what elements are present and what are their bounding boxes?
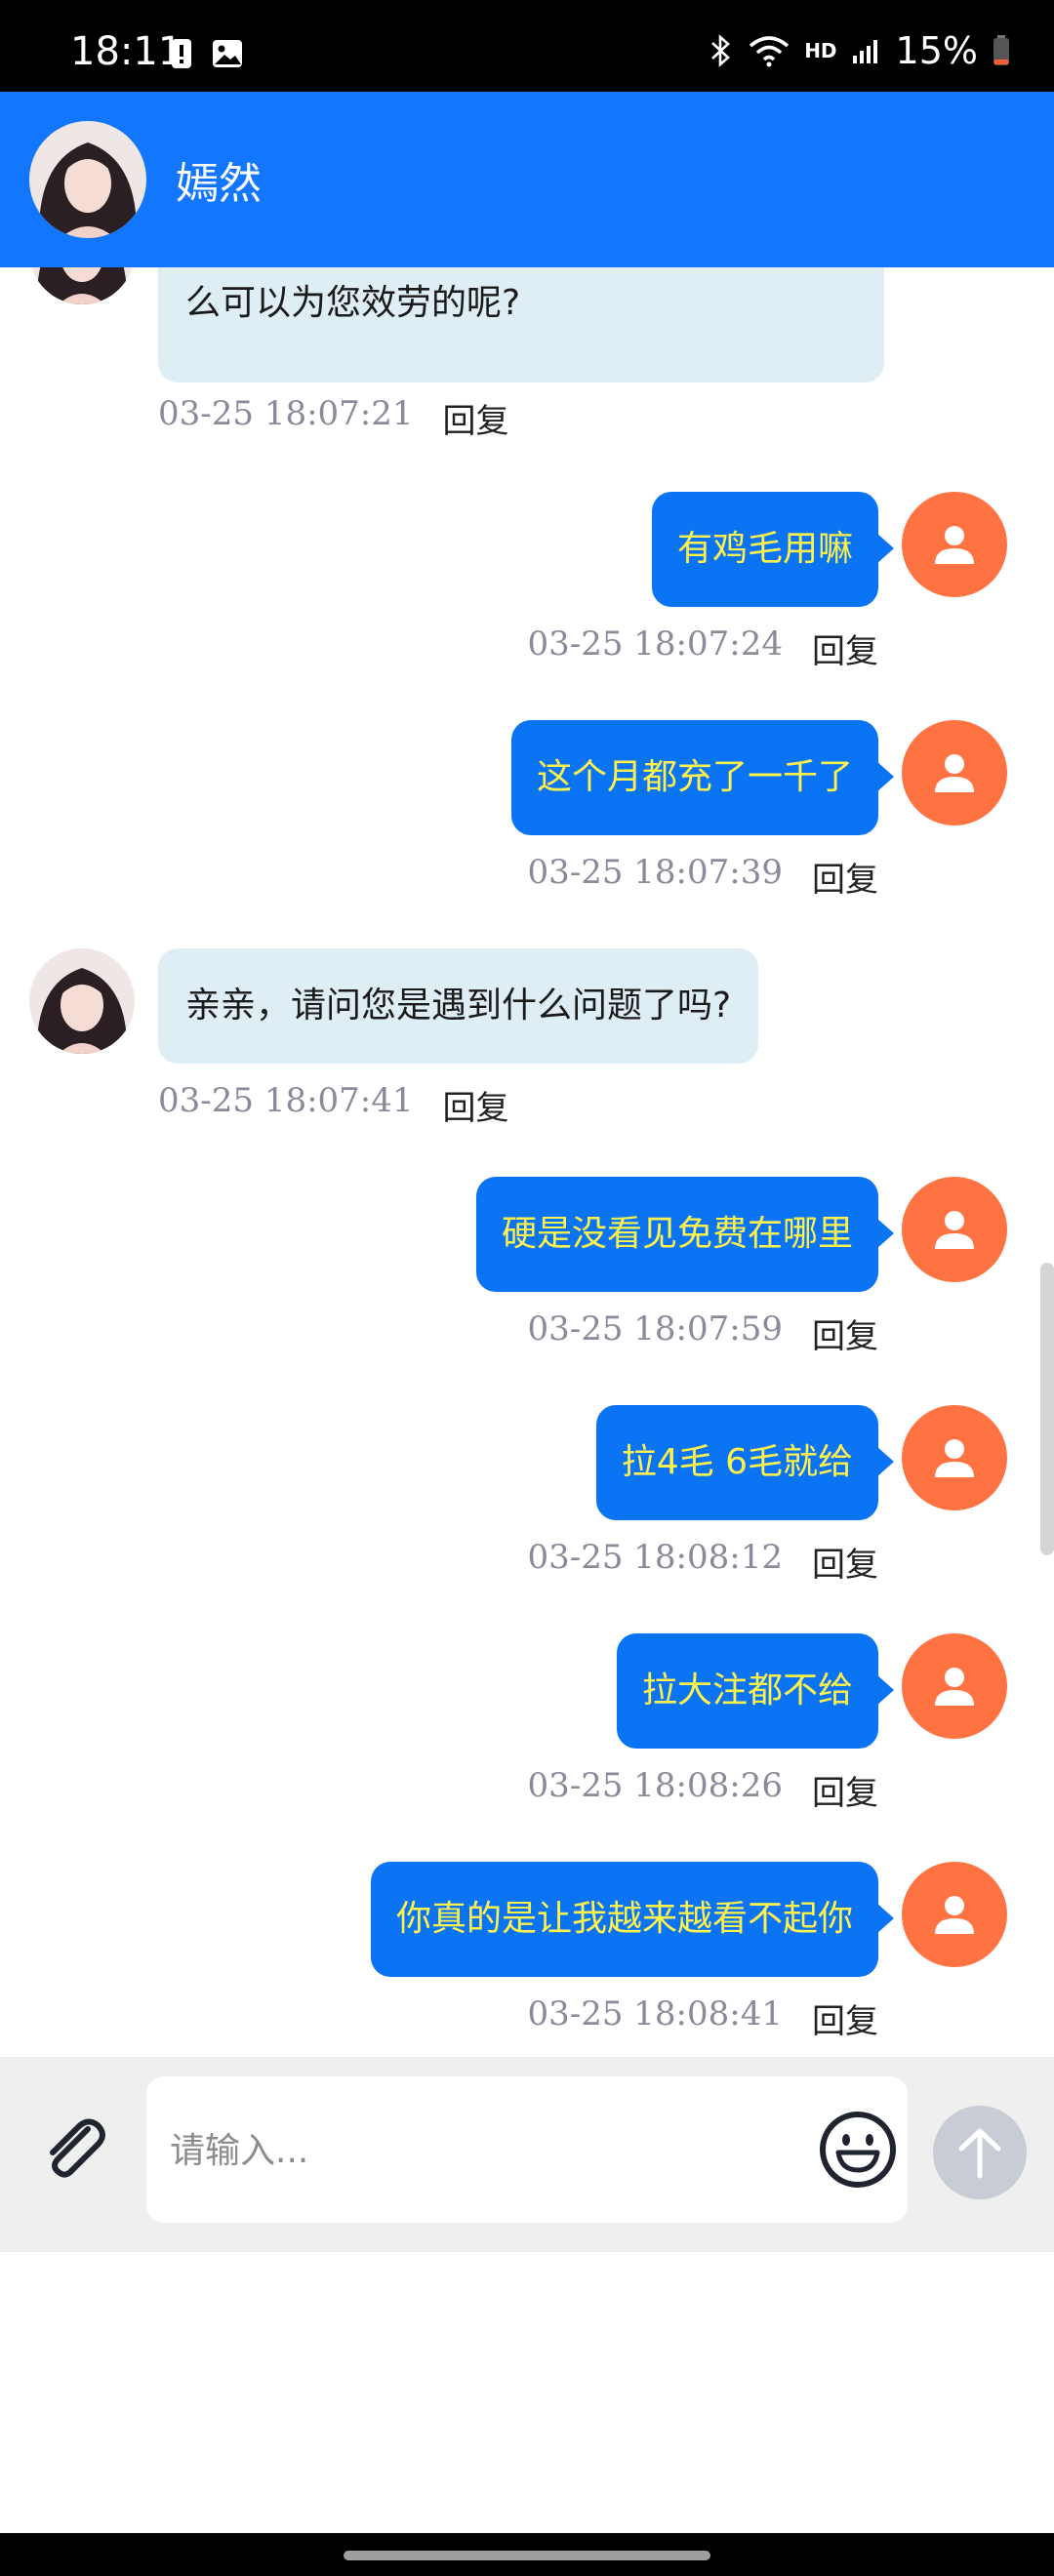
person-icon: [935, 1668, 974, 1706]
message-time: 03-25 18:07:41: [158, 1081, 414, 1120]
battery-icon: [993, 35, 1009, 65]
status-notification-icons: [168, 37, 246, 74]
message-meta: 03-25 18:07:59 回复: [527, 1309, 878, 1357]
reply-button[interactable]: 回复: [812, 853, 878, 901]
message-time: 03-25 18:08:12: [527, 1538, 783, 1577]
message-time: 03-25 18:08:26: [527, 1766, 783, 1805]
scrollbar[interactable]: [1040, 1263, 1054, 1555]
status-right: HD 15%: [709, 29, 1011, 72]
battery-percent: 15%: [895, 29, 978, 72]
person-icon: [935, 526, 974, 564]
message-time: 03-25 18:07:21: [158, 394, 414, 433]
send-button[interactable]: [933, 2106, 1027, 2199]
signal-icon: [852, 40, 877, 63]
message-time: 03-25 18:07:39: [527, 853, 783, 892]
chat-screen: 18:11 HD 15% 嫣然 么可以为您效劳的呢? 03-25 18:07:2…: [0, 0, 1054, 2576]
message-meta: 03-25 18:08:12 回复: [527, 1538, 878, 1586]
home-handle[interactable]: [344, 2551, 710, 2560]
hd-badge: HD: [804, 39, 837, 62]
paperclip-icon: [50, 2118, 105, 2178]
message-meta: 03-25 18:07:39 回复: [527, 853, 878, 901]
reply-button[interactable]: 回复: [812, 1766, 878, 1814]
user-avatar: [902, 1862, 1007, 1967]
message-input[interactable]: [168, 2115, 757, 2186]
agent-avatar[interactable]: [29, 121, 146, 238]
message-bubble[interactable]: 拉大注都不给: [616, 1633, 895, 1749]
user-avatar: [902, 720, 1007, 825]
bluetooth-icon: [711, 34, 731, 67]
reply-button[interactable]: 回复: [812, 1309, 878, 1357]
agent-message-avatar: [29, 267, 135, 304]
message-meta: 03-25 18:08:41 回复: [527, 1994, 878, 2042]
alert-icon: [172, 39, 191, 68]
message-bubble[interactable]: 这个月都充了一千了: [510, 720, 895, 835]
message-bubble[interactable]: 硬是没看见免费在哪里: [475, 1177, 895, 1292]
person-icon: [935, 1439, 974, 1477]
message-bubble[interactable]: 亲亲，请问您是遇到什么问题了吗?: [158, 948, 759, 1064]
smiley-icon: [820, 2112, 896, 2188]
person-icon: [935, 1896, 974, 1934]
system-nav-bar: [0, 2533, 1054, 2576]
message-bubble[interactable]: 你真的是让我越来越看不起你: [370, 1862, 895, 1977]
message-meta: 03-25 18:08:26 回复: [527, 1766, 878, 1814]
chat-header: 嫣然: [0, 92, 1054, 267]
user-avatar: [902, 1633, 1007, 1739]
message-bubble[interactable]: 有鸡毛用嘛: [651, 492, 895, 607]
message-time: 03-25 18:07:24: [527, 624, 783, 664]
wifi-icon: [750, 36, 790, 67]
message-time: 03-25 18:07:59: [527, 1309, 783, 1348]
status-time: 18:11: [70, 29, 183, 74]
message-bubble[interactable]: 么可以为您效劳的呢?: [158, 267, 884, 382]
user-avatar: [902, 1405, 1007, 1510]
reply-button[interactable]: 回复: [443, 1081, 509, 1129]
message-bubble[interactable]: 拉4毛 6毛就给: [595, 1405, 895, 1520]
user-avatar: [902, 492, 1007, 597]
reply-button[interactable]: 回复: [812, 1538, 878, 1586]
attach-button[interactable]: [33, 2108, 115, 2190]
message-meta: 03-25 18:07:21 回复: [158, 394, 509, 442]
message-list[interactable]: 么可以为您效劳的呢? 03-25 18:07:21 回复 有鸡毛用嘛 03-25…: [0, 267, 1054, 2057]
reply-button[interactable]: 回复: [443, 394, 509, 442]
emoji-button[interactable]: [816, 2108, 900, 2192]
message-meta: 03-25 18:07:41 回复: [158, 1081, 509, 1129]
arrow-up-icon: [958, 2128, 1001, 2179]
reply-button[interactable]: 回复: [812, 1994, 878, 2042]
person-icon: [935, 1211, 974, 1249]
reply-button[interactable]: 回复: [812, 624, 878, 672]
agent-message-avatar: [29, 948, 135, 1054]
user-avatar: [902, 1177, 1007, 1282]
message-meta: 03-25 18:07:24 回复: [527, 624, 878, 672]
chat-title: 嫣然: [176, 159, 262, 209]
message-input-box[interactable]: [146, 2076, 908, 2223]
status-bar: 18:11 HD 15%: [0, 0, 1054, 92]
image-icon: [213, 40, 242, 67]
input-bar: [0, 2057, 1054, 2252]
person-icon: [935, 754, 974, 792]
message-time: 03-25 18:08:41: [527, 1994, 783, 2033]
